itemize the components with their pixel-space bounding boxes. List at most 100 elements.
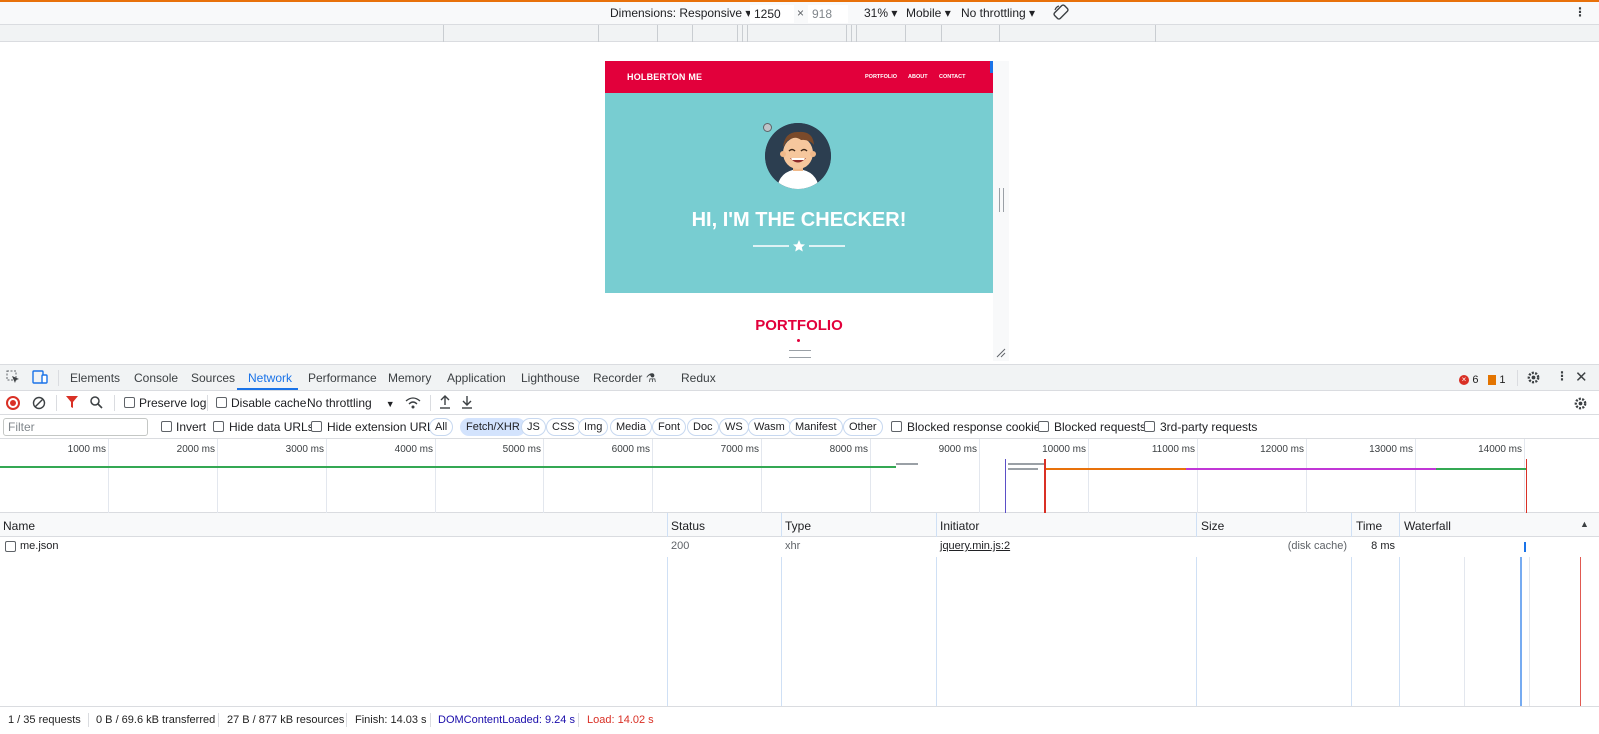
column-waterfall[interactable]: Waterfall [1404, 519, 1451, 533]
load-time: Load: 14.02 s [587, 714, 654, 726]
request-initiator-link[interactable]: jquery.min.js:2 [940, 540, 1010, 552]
row-checkbox[interactable] [5, 541, 16, 552]
tab-elements[interactable]: Elements [70, 371, 120, 385]
timeline-bar [1436, 468, 1526, 470]
tab-application[interactable]: Application [447, 371, 506, 385]
tab-sources[interactable]: Sources [191, 371, 235, 385]
type-filter-ws[interactable]: WS [719, 418, 749, 436]
dom-content-loaded-time: DOMContentLoaded: 9.24 s [438, 714, 575, 726]
timeline-tick: 3000 ms [285, 444, 324, 455]
dimensions-select[interactable]: Dimensions: Responsive ▾ [610, 6, 751, 20]
rotate-icon[interactable] [1053, 4, 1069, 20]
device-frame-edge [993, 61, 1009, 361]
disable-cache-checkbox[interactable] [216, 397, 227, 408]
zoom-select[interactable]: 31% ▾ [864, 6, 897, 20]
device-toolbar: Dimensions: Responsive ▾ 1250 × 918 31% … [0, 0, 1599, 25]
tab-memory[interactable]: Memory [388, 371, 431, 385]
resize-handle-bottom-icon[interactable] [789, 350, 811, 358]
tab-console[interactable]: Console [134, 371, 178, 385]
type-filter-doc[interactable]: Doc [687, 418, 719, 436]
network-settings-gear-icon[interactable] [1573, 396, 1588, 411]
network-throttling-select[interactable]: No throttling ▼ [307, 396, 395, 410]
avatar [765, 123, 831, 189]
tab-lighthouse[interactable]: Lighthouse [521, 371, 580, 385]
type-filter-fetch-xhr[interactable]: Fetch/XHR [460, 418, 526, 436]
blocked-requests-checkbox[interactable] [1038, 421, 1049, 432]
type-filter-img[interactable]: Img [578, 418, 609, 436]
site-brand[interactable]: HOLBERTON ME [627, 72, 702, 82]
throttling-select[interactable]: No throttling ▾ [961, 6, 1035, 20]
filter-funnel-icon[interactable] [66, 396, 78, 409]
clear-icon[interactable] [32, 396, 46, 410]
blocked-cookies-checkbox[interactable] [891, 421, 902, 432]
search-icon[interactable] [90, 396, 103, 409]
table-row[interactable]: me.json 200 xhr jquery.min.js:2 (disk ca… [0, 537, 1599, 557]
type-filter-media[interactable]: Media [610, 418, 652, 436]
column-time[interactable]: Time [1356, 519, 1382, 533]
error-badge[interactable]: × 6 [1459, 372, 1478, 386]
type-filter-manifest[interactable]: Manifest [789, 418, 843, 436]
network-status-bar: 1 / 35 requests 0 B / 69.6 kB transferre… [0, 706, 1599, 734]
timeline-bar [1008, 463, 1044, 465]
tab-redux[interactable]: Redux [681, 371, 716, 385]
resize-corner-icon[interactable] [996, 348, 1006, 358]
inspect-element-icon[interactable] [6, 370, 20, 384]
type-filter-all[interactable]: All [429, 418, 454, 436]
type-filter-css[interactable]: CSS [546, 418, 581, 436]
timeline-tick: 10000 ms [1042, 444, 1086, 455]
close-devtools-icon[interactable]: ✕ [1575, 368, 1588, 386]
tab-network[interactable]: Network [248, 371, 292, 385]
sort-ascending-icon[interactable]: ▲ [1580, 519, 1589, 529]
column-size[interactable]: Size [1201, 519, 1224, 533]
network-toolbar: Preserve log Disable cache No throttling… [0, 391, 1599, 415]
timeline-tick: 6000 ms [611, 444, 650, 455]
hide-extension-urls-checkbox[interactable] [311, 421, 322, 432]
column-status[interactable]: Status [671, 519, 705, 533]
timeline-tick: 12000 ms [1260, 444, 1304, 455]
import-har-icon[interactable] [439, 395, 451, 409]
column-type[interactable]: Type [785, 519, 811, 533]
hide-data-urls-checkbox[interactable] [213, 421, 224, 432]
request-status: 200 [671, 540, 690, 552]
network-conditions-icon[interactable] [405, 396, 421, 410]
timeline-bar [1008, 468, 1038, 470]
height-input[interactable]: 918 [808, 5, 848, 23]
filter-input[interactable]: Filter [3, 418, 148, 436]
column-initiator[interactable]: Initiator [940, 519, 979, 533]
nav-link-about[interactable]: ABOUT [908, 74, 928, 80]
device-type-select[interactable]: Mobile ▾ [906, 6, 951, 20]
more-options-icon[interactable]: ⋮ [1574, 5, 1586, 19]
warning-badge[interactable]: 1 [1488, 372, 1505, 386]
width-input[interactable]: 1250 [750, 5, 794, 23]
third-party-checkbox[interactable] [1144, 421, 1155, 432]
record-stop-icon[interactable] [6, 396, 20, 410]
timeline-tick: 14000 ms [1478, 444, 1522, 455]
network-overview-timeline[interactable]: 1000 ms 2000 ms 3000 ms 4000 ms 5000 ms … [0, 439, 1599, 513]
warning-icon [1488, 374, 1496, 385]
type-filter-font[interactable]: Font [652, 418, 687, 436]
tab-performance[interactable]: Performance [308, 371, 377, 385]
timeline-tick: 8000 ms [829, 444, 868, 455]
device-viewport: HOLBERTON ME PORTFOLIO ABOUT CONTACT HI,… [0, 42, 1599, 364]
resize-handle-right-icon[interactable] [999, 188, 1004, 212]
tab-recorder[interactable]: Recorder ⚗ [593, 371, 656, 385]
nav-link-contact[interactable]: CONTACT [939, 74, 965, 80]
filter-bar: Filter Invert Hide data URLs Hide extens… [0, 415, 1599, 439]
timeline-bar [1044, 468, 1186, 470]
type-filter-js[interactable]: JS [521, 418, 546, 436]
error-icon: × [1459, 374, 1469, 385]
export-har-icon[interactable] [461, 395, 473, 409]
invert-checkbox[interactable] [161, 421, 172, 432]
more-tools-icon[interactable]: ⋮ [1556, 369, 1568, 383]
type-filter-other[interactable]: Other [843, 418, 883, 436]
preserve-log-checkbox[interactable] [124, 397, 135, 408]
request-name[interactable]: me.json [20, 540, 59, 552]
settings-gear-icon[interactable] [1526, 370, 1541, 385]
type-filter-wasm[interactable]: Wasm [748, 418, 791, 436]
column-name[interactable]: Name [3, 519, 35, 533]
nav-link-portfolio[interactable]: PORTFOLIO [865, 74, 897, 80]
device-toggle-icon[interactable] [32, 370, 48, 384]
times-sign: × [797, 6, 805, 20]
waterfall-bar [1524, 542, 1526, 552]
timeline-tick: 9000 ms [938, 444, 977, 455]
